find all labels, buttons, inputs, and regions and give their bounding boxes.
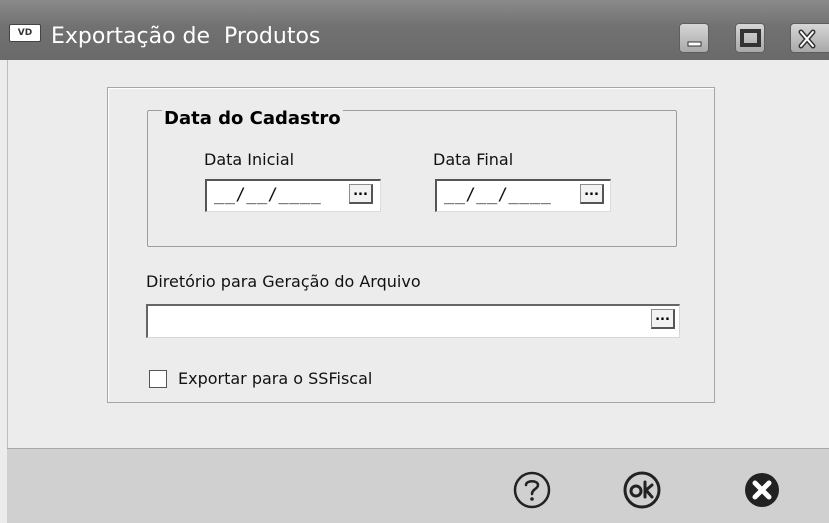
end-date-value: __/__/____ (444, 185, 552, 205)
directory-input[interactable] (146, 304, 680, 338)
export-ssfiscal-label: Exportar para o SSFiscal (178, 369, 373, 388)
title-bar[interactable]: VD Exportação de Produtos (0, 0, 829, 60)
directory-browse-button[interactable]: ... (651, 309, 675, 329)
minimize-button[interactable] (679, 23, 709, 53)
button-bar (7, 448, 829, 523)
start-date-picker-button[interactable]: ... (349, 184, 373, 204)
maximize-button[interactable] (735, 23, 765, 53)
window-title: Exportação de Produtos (51, 24, 321, 49)
close-window-button[interactable] (790, 23, 829, 53)
cancel-icon[interactable] (742, 470, 782, 510)
end-date-picker-button[interactable]: ... (580, 184, 604, 204)
app-icon: VD (9, 24, 41, 42)
start-date-value: __/__/____ (214, 185, 322, 205)
export-ssfiscal-checkbox[interactable] (149, 370, 167, 388)
end-date-label: Data Final (433, 150, 514, 169)
date-register-title: Data do Cadastro (162, 108, 343, 130)
directory-label: Diretório para Geração do Arquivo (146, 272, 421, 291)
close-icon (798, 29, 816, 49)
help-icon[interactable] (512, 470, 552, 510)
minimize-icon (687, 41, 702, 47)
ok-icon[interactable] (622, 470, 662, 510)
maximize-icon (740, 29, 761, 47)
export-products-window: VD Exportação de Produtos Data do Cadast… (0, 0, 829, 523)
start-date-label: Data Inicial (204, 150, 295, 169)
